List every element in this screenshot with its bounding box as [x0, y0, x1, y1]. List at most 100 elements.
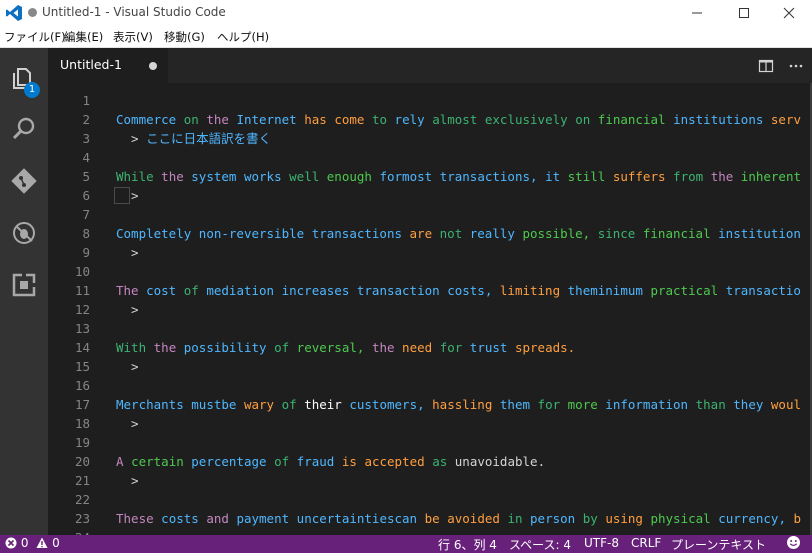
editor-area[interactable]: 123456789101112131415161718192021222324 … [48, 83, 812, 535]
code-line[interactable]: > [116, 357, 146, 376]
code-token: them [499, 397, 531, 412]
explorer-button[interactable]: 1 [0, 52, 48, 100]
line-number: 7 [82, 207, 90, 222]
code-token: institution [718, 226, 801, 241]
line-number: 9 [82, 245, 90, 260]
dirty-indicator-icon[interactable] [149, 62, 157, 70]
line-number: 18 [74, 416, 90, 431]
code-line[interactable]: The cost of mediation increases transact… [116, 281, 801, 300]
code-token: of [274, 454, 290, 469]
menu-edit[interactable]: 編集(E) [64, 29, 103, 45]
code-line[interactable]: These costs and payment uncertaintiescan… [116, 509, 801, 528]
code-line[interactable]: > [116, 471, 146, 490]
indentation-setting[interactable]: スペース: 4 [509, 536, 571, 553]
menu-view[interactable]: 表示(V) [113, 29, 153, 45]
line-number: 4 [82, 150, 90, 165]
code-token: information [605, 397, 689, 412]
code-line[interactable]: Commerce on the Internet has come to rel… [116, 110, 801, 129]
code-token: from [673, 169, 704, 184]
minimize-button[interactable] [674, 0, 720, 26]
code-token: the [710, 169, 734, 184]
window-title: Untitled-1 - Visual Studio Code [42, 5, 226, 19]
code-token: formost [379, 169, 433, 184]
code-token: financial [642, 226, 711, 241]
code-token: transactions [311, 226, 402, 241]
code-line[interactable]: > [114, 186, 146, 205]
source-control-button[interactable] [0, 156, 48, 204]
menu-file[interactable]: ファイル(F) [4, 29, 66, 45]
code-token: still [567, 169, 606, 184]
code-token: possibility [183, 340, 267, 355]
encoding-setting[interactable]: UTF-8 [584, 536, 619, 550]
split-editor-button[interactable] [756, 56, 776, 76]
tab-untitled-1[interactable]: Untitled-1 [48, 48, 169, 83]
line-number: 21 [74, 473, 90, 488]
code-token: the [206, 112, 229, 127]
extensions-button[interactable] [0, 260, 48, 308]
code-token: Commerce [116, 112, 177, 127]
code-token: by [582, 511, 598, 526]
code-line[interactable]: With the possibility of reversal, the ne… [116, 338, 575, 357]
language-mode[interactable]: プレーンテキスト [671, 536, 766, 553]
cursor-position[interactable]: 行 6、列 4 [438, 536, 497, 553]
code-token: hassling [432, 397, 493, 412]
menu-go[interactable]: 移動(G) [164, 29, 205, 45]
code-token: b [793, 511, 802, 526]
code-line[interactable]: A certain percentage of fraud is accepte… [116, 452, 545, 471]
code-token: costs [161, 511, 199, 526]
code-line[interactable]: > [116, 414, 146, 433]
code-line[interactable]: > [116, 528, 146, 535]
code-token: almost [432, 112, 478, 127]
code-token: uncertaintiescan [296, 511, 418, 526]
code-line[interactable]: > [116, 300, 146, 319]
code-line[interactable]: While the system works well enough formo… [116, 167, 801, 186]
close-button[interactable] [766, 0, 812, 26]
code-line[interactable]: > ここに日本語訳を書く [116, 129, 271, 148]
line-number: 24 [48, 528, 90, 535]
explorer-badge: 1 [24, 82, 40, 98]
code-token: fraud [296, 454, 335, 469]
search-button[interactable] [0, 104, 48, 152]
line-number: 2 [82, 112, 90, 127]
code-token: financial [597, 112, 666, 127]
maximize-button[interactable] [721, 0, 767, 26]
code-token: practical [650, 283, 719, 298]
eol-setting[interactable]: CRLF [631, 536, 661, 550]
feedback-button[interactable] [786, 535, 801, 553]
code-line[interactable]: > [116, 243, 146, 262]
code-token: spreads. [514, 340, 576, 355]
code-line[interactable]: Completely non-reversible transactions a… [116, 224, 801, 243]
code-line[interactable]: Merchants mustbe wary of their customers… [116, 395, 801, 414]
code-token: they [733, 397, 764, 412]
code-token: it [545, 169, 561, 184]
activity-bar: 1 [0, 48, 48, 535]
code-token: increases [281, 283, 350, 298]
menu-help[interactable]: ヘルプ(H) [217, 29, 269, 45]
more-actions-button[interactable] [786, 56, 806, 76]
problems-indicator[interactable]: 0 0 [5, 536, 60, 550]
debug-button[interactable] [0, 208, 48, 256]
code-token: accepted [364, 454, 425, 469]
